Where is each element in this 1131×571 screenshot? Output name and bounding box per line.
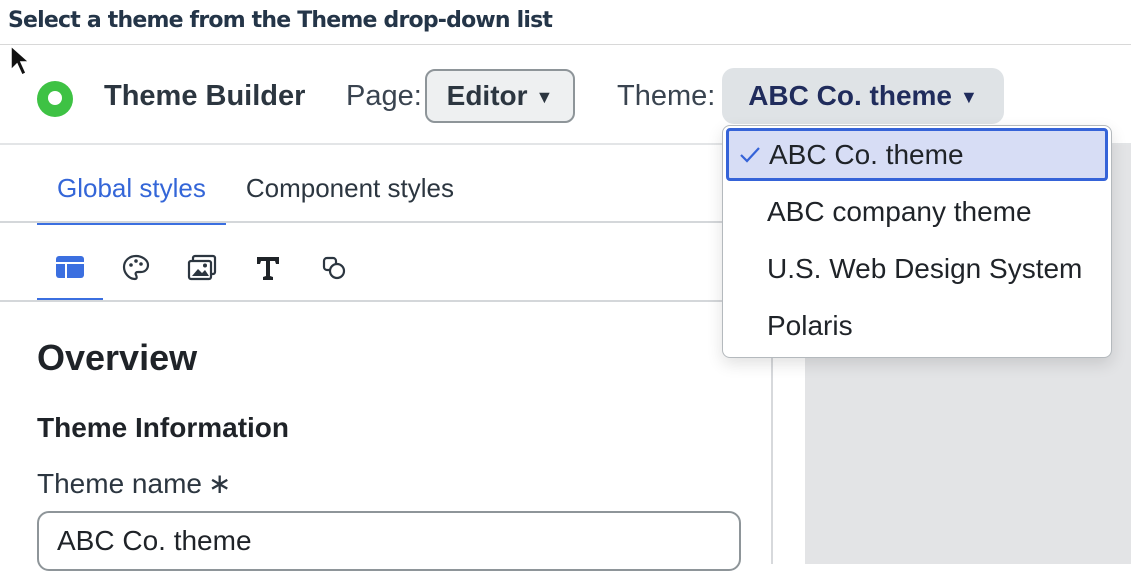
chevron-down-icon: ▼ (535, 87, 554, 107)
theme-option[interactable]: ABC Co. theme (726, 128, 1108, 181)
tab-global-styles[interactable]: Global styles (37, 171, 226, 225)
editor-panel: Global styles Component styles Overview … (0, 145, 772, 571)
theme-option-label: ABC Co. theme (769, 138, 964, 170)
theme-option-label: Polaris (767, 309, 853, 341)
instruction-caption: Select a theme from the Theme drop-down … (8, 8, 553, 33)
page-title: Overview (37, 337, 198, 378)
theme-option[interactable]: U.S. Web Design System (723, 240, 1111, 297)
style-icon-tabs (37, 245, 367, 301)
layout-tab[interactable] (37, 245, 103, 301)
style-tabs: Global styles Component styles (37, 171, 474, 225)
required-marker: ∗ (207, 468, 232, 499)
page-label: Page: (346, 80, 422, 112)
theme-select[interactable]: ABC Co. theme ▼ (722, 68, 1004, 124)
page-select[interactable]: Editor ▼ (425, 69, 575, 123)
theme-name-label-text: Theme name (37, 468, 202, 499)
shapes-tab[interactable] (301, 245, 367, 301)
logo-icon (37, 81, 73, 117)
palette-icon (122, 254, 150, 281)
caption-divider (0, 44, 1131, 45)
theme-option[interactable]: ABC company theme (723, 183, 1111, 240)
mouse-pointer-icon (10, 44, 31, 77)
typography-tab[interactable] (235, 245, 301, 301)
theme-name-input[interactable] (37, 511, 741, 571)
tab-component-styles[interactable]: Component styles (226, 171, 474, 225)
theme-select-value: ABC Co. theme (748, 80, 952, 111)
theme-label: Theme: (617, 80, 716, 112)
theme-dropdown-menu: ABC Co. theme ABC company theme U.S. Web… (722, 125, 1112, 358)
page-select-value: Editor (446, 80, 528, 111)
check-icon (739, 146, 769, 164)
typography-icon (257, 257, 279, 280)
section-title: Theme Information (37, 412, 290, 443)
tabs-divider (0, 221, 772, 223)
theme-option-label: U.S. Web Design System (767, 252, 1083, 284)
chevron-down-icon: ▼ (959, 87, 978, 107)
image-icon (187, 254, 217, 281)
theme-option-label: ABC company theme (767, 195, 1032, 227)
icon-tabs-divider (0, 300, 772, 302)
shapes-icon (322, 256, 346, 280)
palette-tab[interactable] (103, 245, 169, 301)
theme-name-label: Theme name ∗ (37, 467, 231, 500)
app-title: Theme Builder (104, 80, 306, 112)
images-tab[interactable] (169, 245, 235, 301)
theme-option[interactable]: Polaris (723, 297, 1111, 354)
layout-icon (56, 256, 84, 278)
